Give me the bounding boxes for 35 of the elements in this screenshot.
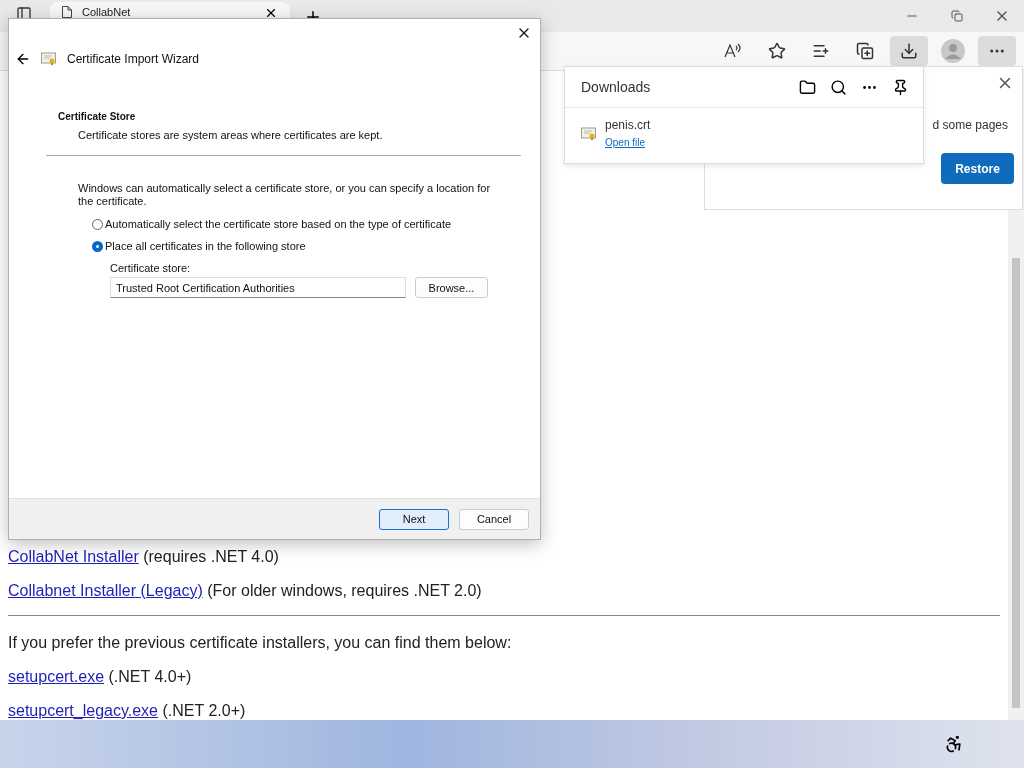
close-icon[interactable] — [264, 6, 278, 20]
radio-option[interactable]: Automatically select the certificate store based on the type of certificate — [92, 218, 521, 230]
requirement-text: (For older windows, requires .NET 2.0) — [207, 582, 482, 599]
accessibility-icon[interactable] — [944, 734, 964, 754]
radio-option[interactable]: Place all certificates in the following store — [92, 240, 521, 252]
field-label: Certificate store: — [110, 262, 192, 274]
dialog-title: Certificate Import Wizard — [67, 52, 200, 66]
back-icon[interactable] — [15, 51, 31, 67]
description-text: Windows can automatically select a certificate store, or you can specify a location for the certificate. — [78, 182, 492, 208]
intro-text: If you prefer the previous certificate installers, you can find them below: — [8, 633, 513, 652]
download-icon[interactable] — [890, 36, 928, 66]
panel-title: Downloads — [581, 79, 652, 95]
certificate-icon — [581, 127, 597, 141]
requirement-text: (.NET 2.0+) — [162, 702, 246, 719]
folder-icon[interactable] — [799, 78, 816, 96]
installer-link[interactable]: CollabNet Installer — [8, 548, 139, 565]
page-icon — [62, 6, 72, 18]
requirement-text: (requires .NET 4.0) — [143, 548, 279, 565]
installer-link[interactable]: Collabnet Installer (Legacy) — [8, 582, 203, 599]
search-icon[interactable] — [830, 78, 847, 96]
store-field[interactable]: Trusted Root Certification Authorities — [110, 277, 406, 298]
installer-link[interactable]: setupcert.exe — [8, 668, 105, 685]
installer-link[interactable]: setupcert_legacy.exe — [8, 702, 158, 719]
certificate-icon — [41, 52, 57, 66]
pin-icon[interactable] — [892, 78, 909, 96]
section-subheading: Certificate stores are system areas where certificates are kept. — [78, 129, 384, 141]
notification-text: d some pages — [932, 118, 1008, 132]
cancel-button[interactable]: Cancel — [459, 508, 529, 530]
next-button[interactable]: Next — [379, 508, 449, 530]
section-heading: Certificate Store — [58, 111, 137, 122]
open-file-link[interactable]: Open file — [605, 137, 646, 148]
browse-button[interactable]: Browse... — [415, 277, 488, 298]
requirement-text: (.NET 4.0+) — [108, 668, 192, 685]
file-name: penis.crt — [605, 118, 651, 132]
restore-button[interactable]: Restore — [941, 153, 1014, 184]
